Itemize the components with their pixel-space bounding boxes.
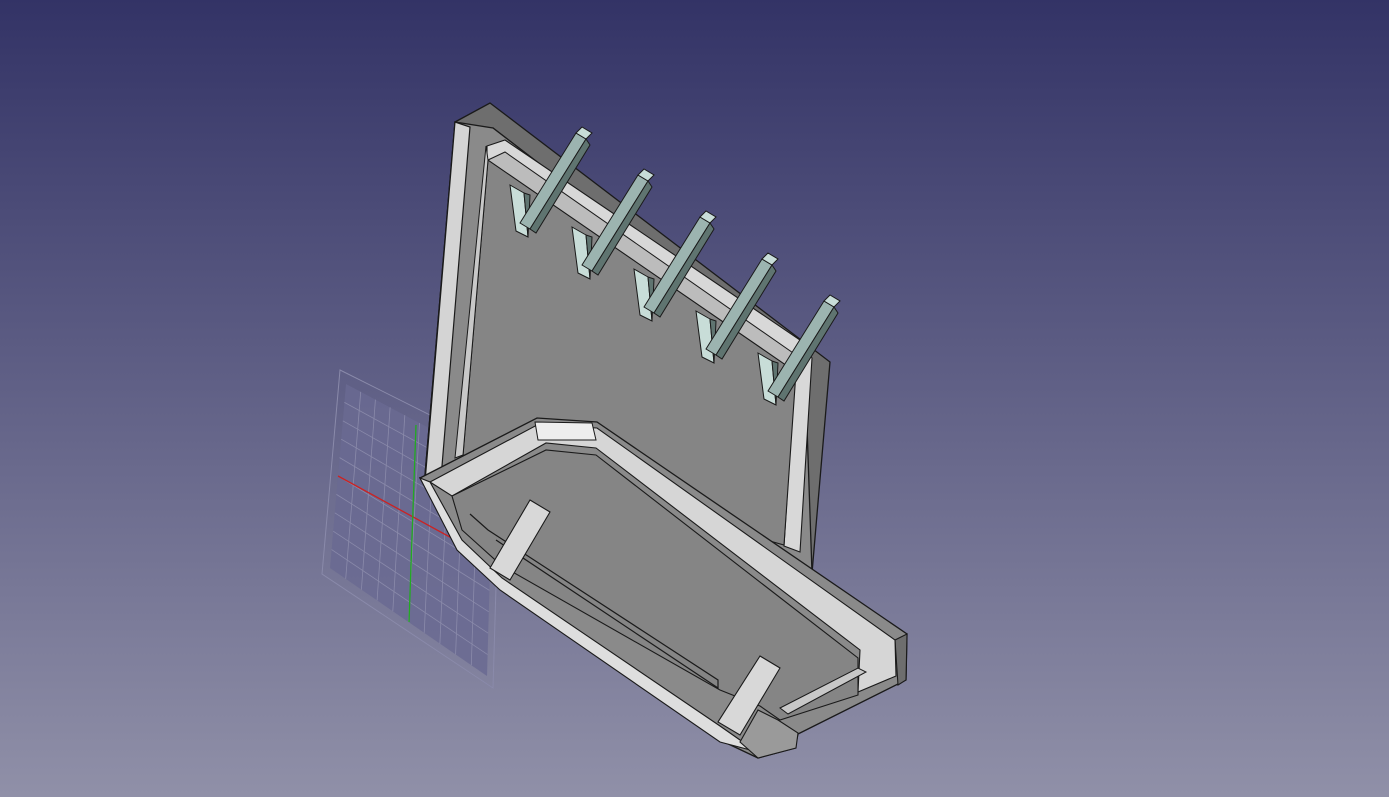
3d-scene[interactable]: [0, 0, 1389, 797]
tray-rim-notch: [534, 421, 597, 441]
3d-viewport[interactable]: [0, 0, 1389, 797]
